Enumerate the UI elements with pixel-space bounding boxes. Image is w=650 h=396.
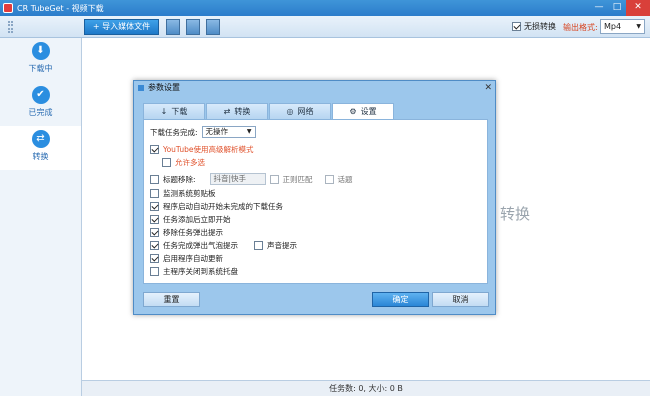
remove-prompt-checkbox[interactable]	[150, 228, 159, 237]
convert-icon: ⇄	[223, 107, 231, 116]
auto-resume-option[interactable]: 程序启动自动开始未完成的下载任务	[150, 201, 283, 212]
tab-label: 下载	[171, 107, 188, 116]
regex-label: 正则匹配	[282, 174, 313, 184]
sound-prompt-checkbox[interactable]	[254, 241, 263, 250]
dialog-title-bar: 参数设置 ✕	[134, 81, 495, 95]
start-immediately-option[interactable]: 任务添加后立即开始	[150, 214, 231, 225]
pause-icon[interactable]	[186, 19, 200, 35]
title-remove-row: 标题移除: 抖音|快手 正则匹配 话题	[150, 173, 353, 185]
start-icon[interactable]	[166, 19, 180, 35]
remove-prompt-option[interactable]: 移除任务弹出提示	[150, 227, 223, 238]
title-remove-input[interactable]: 抖音|快手	[209, 173, 266, 185]
on-complete-value: 无操作	[205, 127, 229, 136]
toolbar-grip-icon	[8, 21, 13, 33]
youtube-advanced-option[interactable]: YouTube使用高级解析模式	[150, 144, 254, 155]
globe-icon: ◎	[286, 107, 294, 116]
reset-button[interactable]: 重置	[143, 292, 200, 307]
close-button[interactable]: ✕	[626, 0, 650, 16]
topic-checkbox[interactable]	[324, 174, 334, 184]
tab-download[interactable]: ↓ 下载	[143, 103, 205, 119]
minimize-button[interactable]: —	[590, 0, 608, 16]
window-controls: — □ ✕	[590, 0, 650, 16]
sidebar-item-label: 转换	[32, 152, 49, 161]
start-immediately-checkbox[interactable]	[150, 215, 159, 224]
maximize-button[interactable]: □	[608, 0, 626, 16]
title-remove-label: 标题移除:	[163, 174, 196, 184]
auto-update-option[interactable]: 启用程序自动更新	[150, 253, 223, 264]
auto-update-label: 启用程序自动更新	[163, 254, 223, 263]
remove-prompt-label: 移除任务弹出提示	[163, 228, 223, 237]
on-complete-row: 下载任务完成: 无操作 ▼	[150, 126, 256, 138]
output-format-label: 输出格式:	[563, 23, 598, 32]
regex-checkbox[interactable]	[269, 174, 279, 184]
output-format-value: Mp4	[604, 22, 622, 31]
dialog-title: 参数设置	[148, 83, 180, 92]
download-icon: ↓	[160, 107, 168, 116]
sidebar-item-downloading[interactable]: ⬇ 下载中	[0, 38, 81, 82]
settings-dialog: 参数设置 ✕ ↓ 下载 ⇄ 转换 ◎ 网络 ⚙ 设置 下载任务完成: 无操作 ▼ You…	[133, 80, 496, 315]
start-immediately-label: 任务添加后立即开始	[163, 215, 231, 224]
delete-icon[interactable]	[206, 19, 220, 35]
allow-multi-label: 允许多选	[175, 158, 205, 167]
tab-settings[interactable]: ⚙ 设置	[332, 103, 394, 120]
monitor-clipboard-checkbox[interactable]	[150, 189, 159, 198]
bubble-prompt-label: 任务完成弹出气泡提示	[163, 241, 238, 250]
title-bar: CR TubeGet - 视频下载 — □ ✕	[0, 0, 650, 16]
close-to-tray-checkbox[interactable]	[150, 267, 159, 276]
lossless-convert-option[interactable]: 无损转换	[512, 21, 556, 32]
dialog-close-icon[interactable]: ✕	[484, 81, 492, 95]
bubble-prompt-checkbox[interactable]	[150, 241, 159, 250]
sound-prompt-label: 声音提示	[267, 241, 297, 250]
youtube-advanced-checkbox[interactable]	[150, 145, 159, 154]
window-title: CR TubeGet - 视频下载	[17, 3, 104, 13]
close-to-tray-label: 主程序关闭到系统托盘	[163, 267, 238, 276]
convert-icon: ⇄	[31, 130, 50, 148]
sidebar-item-label: 下载中	[28, 64, 53, 73]
tab-label: 网络	[297, 107, 314, 116]
allow-multi-option[interactable]: 允许多选	[162, 157, 205, 168]
tab-convert[interactable]: ⇄ 转换	[206, 103, 268, 119]
on-complete-select[interactable]: 无操作 ▼	[201, 126, 256, 138]
auto-resume-label: 程序启动自动开始未完成的下载任务	[163, 202, 283, 211]
monitor-clipboard-label: 监测系统剪贴板	[163, 189, 216, 198]
gear-icon: ⚙	[349, 107, 357, 116]
topic-label: 话题	[337, 174, 353, 184]
monitor-clipboard-option[interactable]: 监测系统剪贴板	[150, 188, 216, 199]
tab-network[interactable]: ◎ 网络	[269, 103, 331, 119]
status-bar: 任务数: 0, 大小: 0 B	[82, 380, 650, 396]
sidebar: ⬇ 下载中 ✔ 已完成 ⇄ 转换	[0, 38, 82, 396]
chevron-down-icon: ▼	[636, 23, 641, 30]
lossless-label: 无损转换	[524, 22, 556, 31]
auto-update-checkbox[interactable]	[150, 254, 159, 263]
sidebar-item-convert[interactable]: ⇄ 转换	[0, 126, 81, 170]
ok-button[interactable]: 确定	[372, 292, 429, 307]
tab-label: 转换	[234, 107, 251, 116]
dialog-app-icon	[138, 85, 144, 91]
close-to-tray-option[interactable]: 主程序关闭到系统托盘	[150, 266, 238, 277]
toolbar: + 导入媒体文件 无损转换 输出格式: Mp4 ▼	[0, 16, 650, 38]
allow-multi-checkbox[interactable]	[162, 158, 171, 167]
bubble-prompt-row: 任务完成弹出气泡提示 声音提示	[150, 240, 297, 251]
sidebar-item-label: 已完成	[28, 108, 53, 117]
empty-view-label: 转换	[500, 205, 531, 223]
app-logo-icon	[3, 3, 13, 13]
lossless-checkbox[interactable]	[512, 22, 521, 31]
settings-tabs: ↓ 下载 ⇄ 转换 ◎ 网络 ⚙ 设置	[143, 103, 395, 120]
output-format-select[interactable]: Mp4 ▼	[600, 19, 645, 34]
youtube-advanced-label: YouTube使用高级解析模式	[163, 145, 254, 154]
on-complete-label: 下载任务完成:	[150, 127, 198, 137]
sidebar-item-completed[interactable]: ✔ 已完成	[0, 82, 81, 126]
cancel-button[interactable]: 取消	[432, 292, 489, 307]
tab-label: 设置	[360, 107, 377, 116]
title-remove-checkbox[interactable]	[150, 174, 159, 184]
check-icon: ✔	[31, 86, 50, 104]
chevron-down-icon: ▼	[246, 128, 252, 135]
settings-panel: 下载任务完成: 无操作 ▼ YouTube使用高级解析模式 允许多选 标题移除:…	[143, 119, 488, 284]
auto-resume-checkbox[interactable]	[150, 202, 159, 211]
download-icon: ⬇	[31, 42, 50, 60]
import-media-button[interactable]: + 导入媒体文件	[84, 19, 159, 35]
